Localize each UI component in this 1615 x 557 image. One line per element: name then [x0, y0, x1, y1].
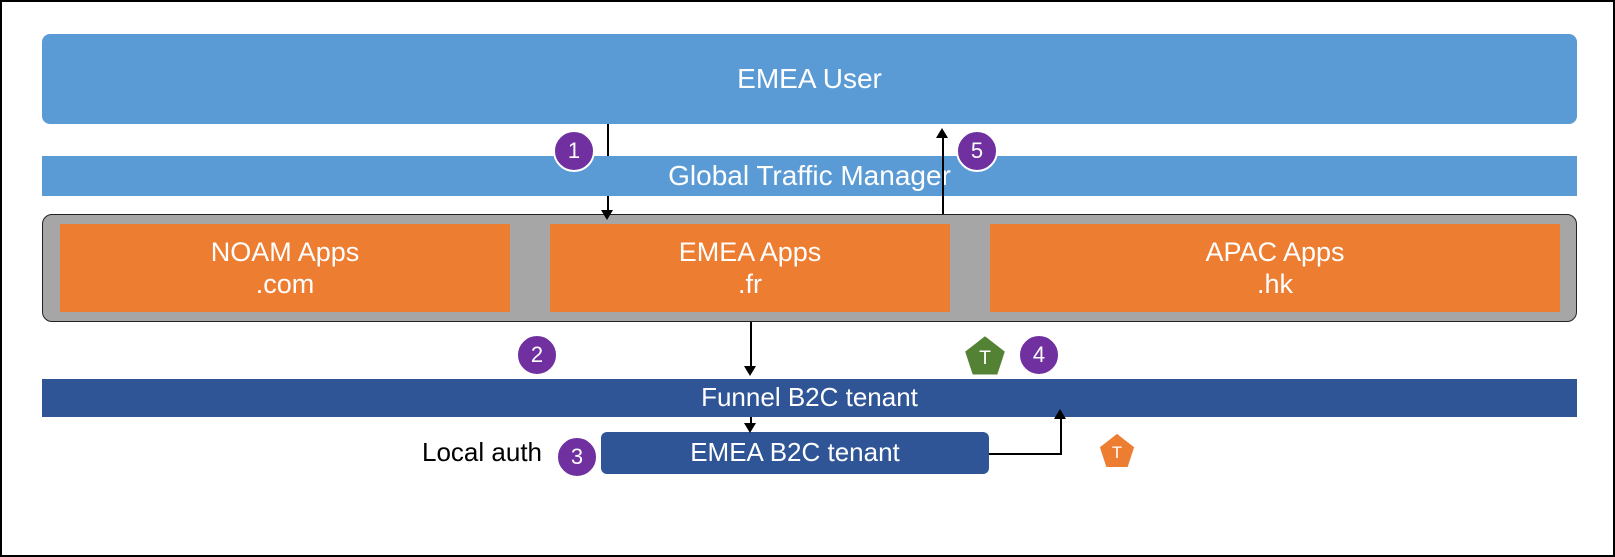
step-1-label: 1 [568, 138, 580, 164]
arrow-head-b2c-up [1054, 409, 1066, 419]
funnel-b2c-tenant-box: Funnel B2C tenant [42, 379, 1577, 417]
local-auth-label-box: Local auth [352, 432, 552, 474]
step-4-label: 4 [1033, 342, 1045, 368]
diagram-frame: EMEA User Global Traffic Manager NOAM Ap… [0, 0, 1615, 557]
arrow-head-gtm-to-apps [601, 210, 613, 220]
step-3-label: 3 [571, 444, 583, 470]
funnel-label: Funnel B2C tenant [701, 382, 918, 413]
arrow-line-apps-to-funnel [750, 322, 752, 368]
emea-b2c-tenant-box: EMEA B2C tenant [601, 432, 989, 474]
arrow-head-apps-to-user [936, 128, 948, 138]
arrow-head-funnel-to-b2c [744, 423, 756, 433]
arrow-line-apps-to-user [942, 136, 944, 214]
token-orange-label: T [1112, 443, 1122, 462]
arrow-line-user-to-gtm [607, 124, 609, 156]
emea-apps-box: EMEA Apps .fr [550, 224, 950, 312]
token-green-label: T [979, 347, 991, 369]
emea-b2c-label: EMEA B2C tenant [690, 437, 900, 468]
apac-apps-label: APAC Apps .hk [1205, 236, 1344, 301]
local-auth-label: Local auth [422, 437, 542, 468]
step-3: 3 [556, 436, 598, 478]
step-2: 2 [516, 334, 558, 376]
token-pentagon-orange: T [1097, 432, 1137, 470]
token-pentagon-green: T [962, 334, 1008, 378]
apac-apps-box: APAC Apps .hk [990, 224, 1560, 312]
noam-apps-box: NOAM Apps .com [60, 224, 510, 312]
gtm-label: Global Traffic Manager [668, 159, 951, 193]
global-traffic-manager-box: Global Traffic Manager [42, 156, 1577, 196]
arrow-line-b2c-up [1060, 417, 1062, 455]
arrow-head-apps-to-funnel [744, 366, 756, 376]
step-2-label: 2 [531, 342, 543, 368]
step-1: 1 [553, 130, 595, 172]
emea-user-label: EMEA User [737, 62, 882, 96]
step-5-label: 5 [971, 138, 983, 164]
arrow-line-b2c-right [989, 453, 1062, 455]
step-5: 5 [956, 130, 998, 172]
step-4: 4 [1018, 334, 1060, 376]
emea-user-box: EMEA User [42, 34, 1577, 124]
emea-apps-label: EMEA Apps .fr [679, 236, 822, 301]
noam-apps-label: NOAM Apps .com [211, 236, 360, 301]
